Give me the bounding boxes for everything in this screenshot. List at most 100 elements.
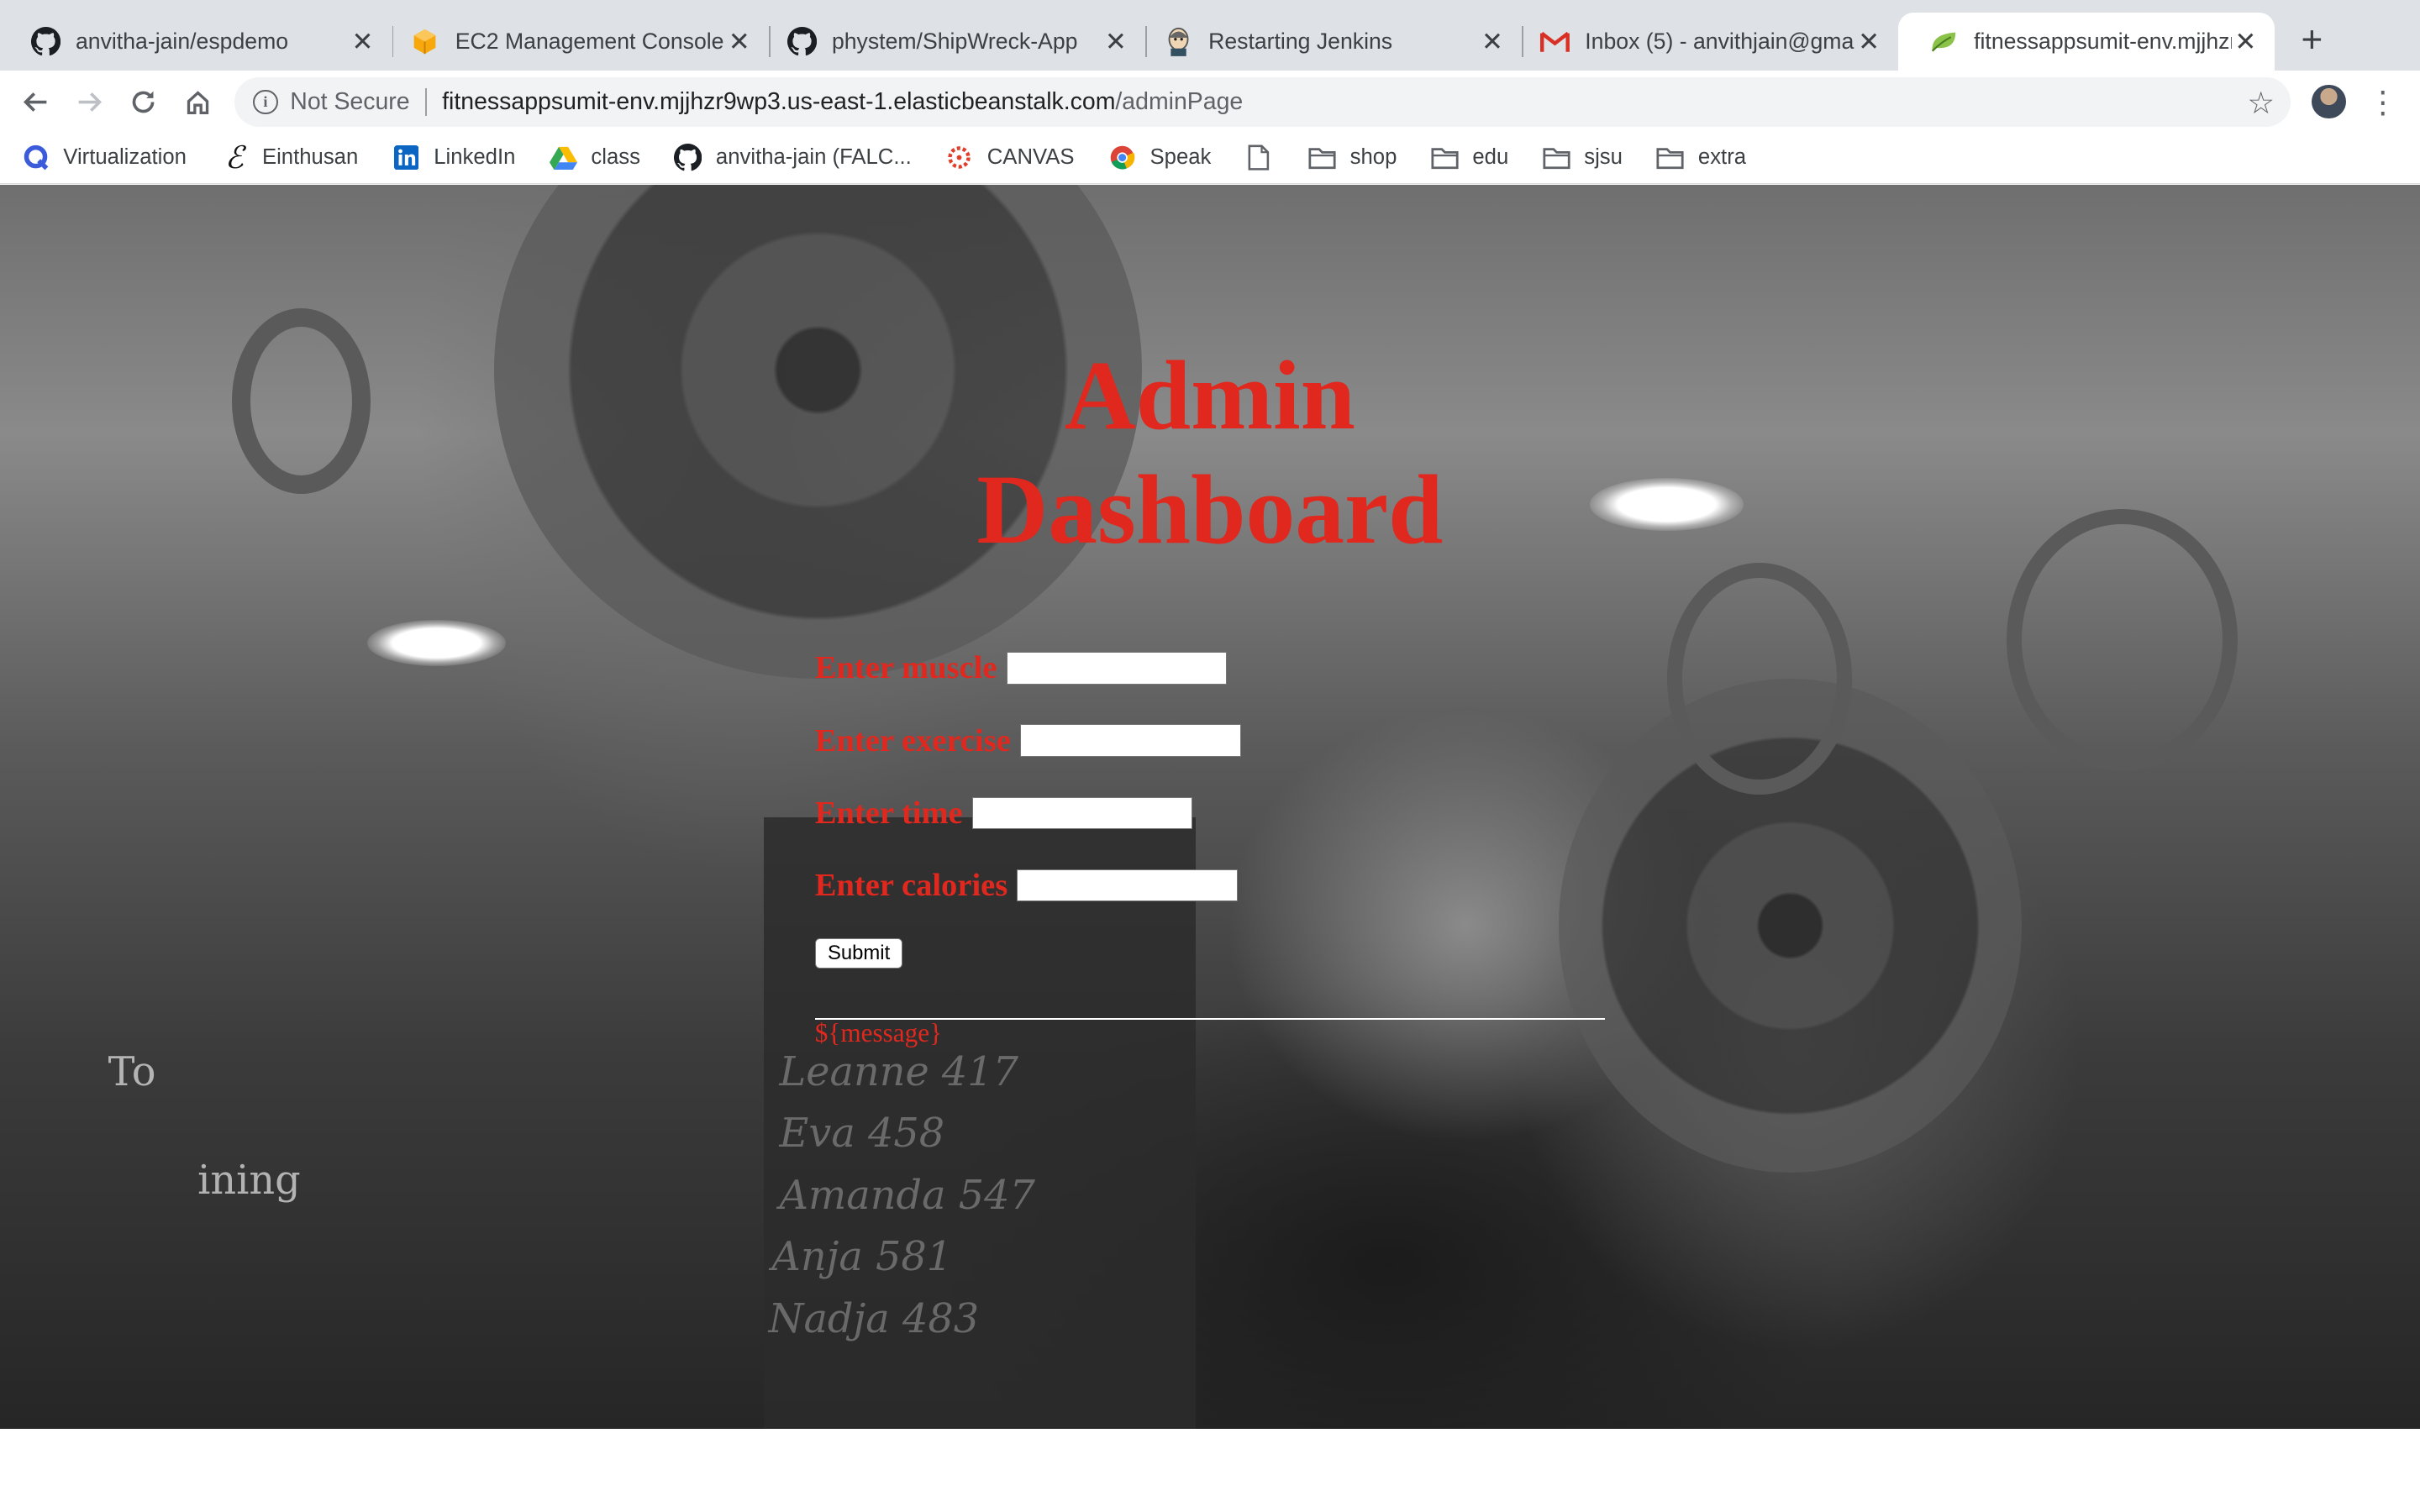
jenkins-icon [1164,27,1193,57]
tab-close-icon[interactable]: ✕ [1855,27,1883,56]
bookmark-label: edu [1472,145,1509,170]
tab-title: anvitha-jain/espdemo [75,29,289,55]
calories-input[interactable] [1017,869,1238,902]
forward-button[interactable] [70,81,110,122]
back-arrow-icon [23,92,47,112]
bookmark-star-icon[interactable]: ☆ [2247,85,2275,121]
time-input[interactable] [971,796,1193,830]
aws-cube-icon [411,27,440,56]
tab-close-icon[interactable]: ✕ [2232,27,2260,56]
bookmark-label: class [591,145,640,170]
tab-close-icon[interactable]: ✕ [1102,27,1129,56]
bookmark-canvas[interactable]: CANVAS [945,136,1075,179]
home-icon [187,90,208,114]
calories-row: Enter calories [815,867,1238,904]
time-label: Enter time [814,795,963,831]
bookmark-label: anvitha-jain (FALC... [715,145,912,170]
exercise-label: Enter exercise [814,722,1011,759]
github-icon [786,27,817,56]
submit-button[interactable]: Submit [814,937,903,969]
tab-ec2-console[interactable]: EC2 Management Console ✕ [380,13,769,71]
bookmark-label: LinkedIn [434,145,516,170]
bookmarks-bar: Virtualization ℰ Einthusan LinkedIn clas… [0,132,2420,184]
tab-title: EC2 Management Console [455,29,724,55]
time-row: Enter time [815,795,1193,832]
google-drive-icon [549,144,577,171]
admin-dashboard: Admin Dashboard Enter muscle Enter exerc… [0,185,2420,1428]
folder-icon [1656,144,1684,171]
bookmark-label: sjsu [1584,145,1623,170]
chrome-icon [1108,144,1136,171]
tab-title: Inbox (5) - anvithjain@gmail [1585,29,1855,55]
gmail-icon [1540,27,1570,56]
url-path: /adminPage [1115,87,1244,115]
menu-kebab-icon[interactable]: ⋮ [2367,83,2398,120]
q-icon [22,144,50,171]
status-message: ${message} [814,1018,943,1048]
profile-avatar[interactable] [2312,85,2346,119]
muscle-row: Enter muscle [814,649,1228,686]
info-icon[interactable]: i [253,89,278,114]
folder-icon [1308,144,1336,171]
url-host: fitnessappsumit-env.mjjhzr9wp3.us-east-1… [442,87,1116,115]
bookmark-label: Einthusan [261,145,359,170]
security-status: Not Secure [290,87,410,115]
url-text[interactable]: fitnessappsumit-env.mjjhzr9wp3.us-east-1… [442,88,1243,116]
back-button[interactable] [15,81,55,122]
bookmark-einthusan[interactable]: ℰ Einthusan [220,136,358,179]
bookmark-label: Speak [1150,145,1212,170]
calories-label: Enter calories [814,868,1008,904]
folder-icon [1431,144,1459,171]
exercise-input[interactable] [1019,724,1241,757]
tab-title: fitnessappsumit-env.mjjhzr9 [1974,29,2232,55]
tab-restarting-jenkins[interactable]: Restarting Jenkins ✕ [1133,13,1522,71]
forward-arrow-icon [78,92,103,112]
bookmark-blank-page[interactable] [1245,136,1287,179]
tab-gmail-inbox[interactable]: Inbox (5) - anvithjain@gmail ✕ [1509,13,1898,71]
bookmark-label: extra [1697,145,1747,170]
muscle-label: Enter muscle [814,650,997,686]
bookmark-folder-shop[interactable]: shop [1308,136,1397,179]
github-icon [30,27,60,56]
bookmark-folder-extra[interactable]: extra [1656,136,1746,179]
tab-strip: anvitha-jain/espdemo ✕ EC2 Management Co… [0,0,2420,71]
bookmark-class[interactable]: class [549,136,640,179]
bookmark-linkedin[interactable]: LinkedIn [392,136,516,179]
bookmark-label: CANVAS [986,145,1075,170]
tab-fitness-app[interactable]: fitnessappsumit-env.mjjhzr9 ✕ [1898,12,2275,71]
title-line-2: Dashboard [976,454,1444,564]
tab-close-icon[interactable]: ✕ [725,27,753,56]
canvas-icon [945,144,973,171]
github-icon [674,144,702,171]
bookmark-anvitha-github[interactable]: anvitha-jain (FALC... [674,136,912,179]
folder-icon [1543,144,1570,171]
bookmark-speak[interactable]: Speak [1108,136,1211,179]
bookmark-label: shop [1349,145,1397,170]
browser-toolbar: i Not Secure fitnessappsumit-env.mjjhzr9… [0,71,2420,133]
page-viewport: Leanne 417 Eva 458 Amanda 547 Anja 581 N… [0,185,2420,1512]
reload-icon [132,91,155,113]
page-title: Admin Dashboard [902,339,1519,568]
reload-button[interactable] [124,81,164,122]
bookmark-folder-edu[interactable]: edu [1431,136,1508,179]
tab-title: phystem/ShipWreck-App [831,29,1078,55]
tab-close-icon[interactable]: ✕ [1479,27,1507,56]
home-button[interactable] [177,81,218,122]
address-bar[interactable]: i Not Secure fitnessappsumit-env.mjjhzr9… [234,76,2291,127]
linkedin-icon [392,144,420,171]
tab-title: Restarting Jenkins [1208,29,1393,55]
title-line-1: Admin [1064,341,1356,451]
tab-close-icon[interactable]: ✕ [349,27,376,56]
bookmark-folder-sjsu[interactable]: sjsu [1543,136,1623,179]
blank-page-icon [1245,144,1273,171]
beanstalk-leaf-icon [1929,27,1959,56]
tab-shipwreck-app[interactable]: phystem/ShipWreck-App ✕ [756,13,1145,71]
bookmark-virtualization[interactable]: Virtualization [22,136,187,179]
muscle-input[interactable] [1006,651,1228,685]
exercise-row: Enter exercise [815,722,1241,759]
einthusan-icon: ℰ [224,139,245,176]
new-tab-button[interactable]: + [2293,19,2330,60]
address-divider [424,87,427,116]
bookmark-label: Virtualization [63,145,187,170]
tab-espdemo[interactable]: anvitha-jain/espdemo ✕ [0,13,392,71]
